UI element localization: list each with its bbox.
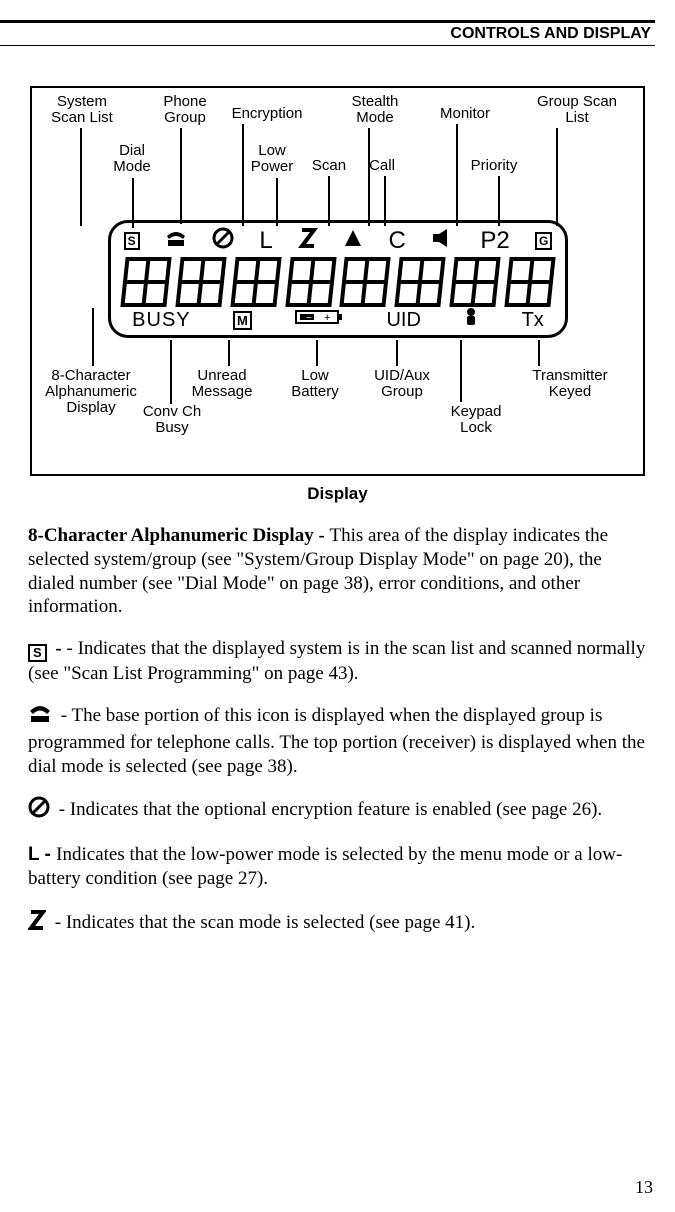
- group-scan-icon: G: [535, 232, 552, 250]
- stealth-icon: [343, 228, 363, 254]
- label-system-scan-list: SystemScan List: [42, 94, 122, 126]
- label-keypad-lock: KeypadLock: [436, 404, 516, 436]
- svg-text:−: −: [306, 313, 312, 324]
- label-encryption: Encryption: [222, 106, 312, 122]
- para-phone: - The base portion of this icon is displ…: [28, 705, 645, 777]
- display-figure: SystemScan List PhoneGroup Encryption St…: [30, 86, 645, 476]
- label-uid-aux-group: UID/AuxGroup: [362, 368, 442, 400]
- digit: [340, 257, 391, 307]
- monitor-icon: [431, 228, 455, 254]
- system-scan-icon: S: [124, 232, 140, 250]
- priority-icon: P2: [480, 227, 509, 255]
- label-conv-ch-busy: Conv ChBusy: [132, 404, 212, 436]
- lcd-screen: S L C P2 G: [108, 220, 568, 338]
- digit: [504, 257, 555, 307]
- scan-icon: [298, 227, 318, 255]
- inline-l-icon: L -: [28, 844, 56, 865]
- label-stealth-mode: StealthMode: [340, 94, 410, 126]
- inline-scan-icon: [28, 909, 46, 938]
- encryption-icon: [212, 227, 234, 255]
- digit: [175, 257, 226, 307]
- label-priority: Priority: [464, 158, 524, 174]
- para-l: Indicates that the low-power mode is sel…: [28, 844, 622, 889]
- label-transmitter-keyed: TransmitterKeyed: [520, 368, 620, 400]
- keypad-lock-icon: [463, 307, 479, 333]
- page-number: 13: [635, 1177, 653, 1198]
- digit: [449, 257, 500, 307]
- label-phone-group: PhoneGroup: [150, 94, 220, 126]
- inline-phone-icon: [28, 704, 52, 731]
- svg-text:+: +: [324, 312, 330, 324]
- term-alnum: 8-Character Alphanumeric Display -: [28, 525, 330, 546]
- body-text: 8-Character Alphanumeric Display - This …: [28, 524, 647, 937]
- call-icon: C: [389, 227, 406, 255]
- label-group-scan-list: Group ScanList: [522, 94, 632, 126]
- battery-icon: −+: [294, 308, 344, 332]
- label-low-battery: LowBattery: [280, 368, 350, 400]
- label-unread-message: UnreadMessage: [182, 368, 262, 400]
- para-encryption: - Indicates that the optional encryption…: [54, 799, 602, 820]
- label-monitor: Monitor: [430, 106, 500, 122]
- digit: [120, 257, 171, 307]
- label-8char-display: 8-CharacterAlphanumericDisplay: [36, 368, 146, 415]
- inline-encryption-icon: [28, 796, 50, 825]
- para-s: - Indicates that the displayed system is…: [28, 638, 645, 684]
- digit: [285, 257, 336, 307]
- label-scan: Scan: [304, 158, 354, 174]
- label-dial-mode: DialMode: [102, 143, 162, 175]
- label-low-power: LowPower: [242, 143, 302, 175]
- para-scan: - Indicates that the scan mode is select…: [50, 912, 475, 933]
- message-icon: M: [233, 311, 252, 330]
- figure-caption: Display: [0, 484, 675, 504]
- digit: [395, 257, 446, 307]
- low-power-icon: L: [259, 227, 272, 255]
- digit: [230, 257, 281, 307]
- inline-s-icon: S: [28, 644, 47, 662]
- uid-indicator: UID: [386, 309, 420, 332]
- tx-indicator: Tx: [522, 309, 544, 332]
- busy-indicator: BUSY: [132, 309, 190, 332]
- section-header: CONTROLS AND DISPLAY: [450, 25, 651, 43]
- phone-icon: [165, 228, 187, 254]
- alphanumeric-display: [123, 257, 553, 307]
